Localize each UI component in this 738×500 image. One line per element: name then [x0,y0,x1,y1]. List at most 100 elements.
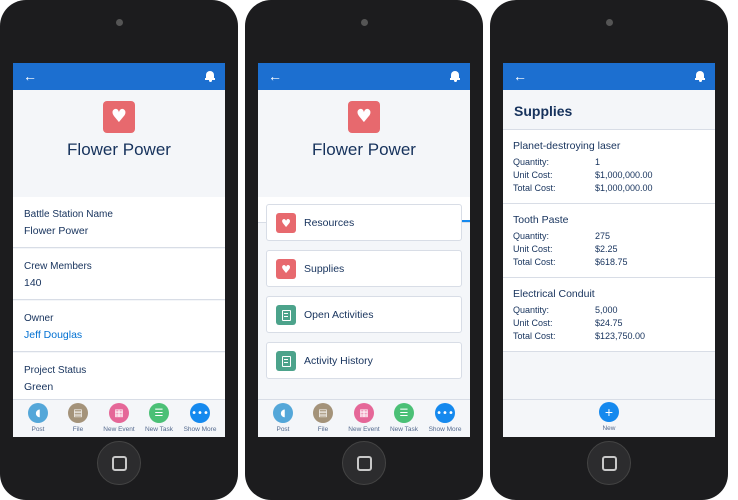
total-cost-label: Total Cost: [513,257,556,267]
chat-bubble-icon: ◖ [28,403,48,423]
field-label: Owner [24,313,54,324]
phone-supplies: ← Supplies Planet-destroying laser Quant… [490,0,728,500]
new-task-action-button[interactable]: ☰ New Task [384,403,424,433]
phone-details: ← ♥ Flower Power FEED DETAILS RELATED Ba… [0,0,238,500]
related-list-label: Activity History [304,355,373,367]
phone-speaker [115,19,123,26]
more-icon: ••• [435,403,455,423]
notification-bell-icon[interactable] [450,71,460,82]
supply-item-card[interactable]: Tooth Paste Quantity: 275 Unit Cost: $2.25… [503,204,715,278]
plus-icon: + [599,402,619,422]
unit-cost-label: Unit Cost: [513,244,553,254]
field-label: Battle Station Name [24,209,113,220]
record-header: ♥ Flower Power FEED DETAILS RELATED [258,90,470,223]
document-icon [276,351,296,371]
total-cost-value: $123,750.00 [595,331,646,341]
task-list-icon: ☰ [149,403,169,423]
new-label: New [602,425,616,432]
phone-speaker [360,19,368,26]
top-nav-bar: ← [13,63,225,90]
supply-item-card[interactable]: Electrical Conduit Quantity: 5,000 Unit C… [503,278,715,352]
action-label: New Task [389,426,419,433]
document-icon [276,305,296,325]
field-value: Green [24,381,54,393]
calendar-icon: ▦ [109,403,129,423]
record-avatar: ♥ [348,101,380,133]
phone-related: ← ♥ Flower Power FEED DETAILS RELATED ♥ … [245,0,483,500]
show-more-action-button[interactable]: ••• Show More [180,403,220,433]
action-label: Show More [183,426,217,433]
heart-icon: ♥ [355,106,373,127]
field-project-status: Project Status Green [13,353,225,404]
back-arrow-icon[interactable]: ← [268,68,282,84]
supply-name: Electrical Conduit [513,288,595,300]
record-title: Flower Power [67,140,171,159]
action-label: File [72,426,84,433]
action-label: Show More [428,426,462,433]
related-list-open-activities[interactable]: Open Activities [266,296,462,333]
field-crew-members: Crew Members 140 [13,249,225,300]
notification-bell-icon[interactable] [695,71,705,82]
screen-related: ← ♥ Flower Power FEED DETAILS RELATED ♥ … [258,63,470,437]
back-arrow-icon[interactable]: ← [23,68,37,84]
unit-cost-value: $24.75 [595,318,623,328]
home-button[interactable] [587,441,631,485]
total-cost-value: $618.75 [595,257,628,267]
new-event-action-button[interactable]: ▦ New Event [344,403,384,433]
back-arrow-icon[interactable]: ← [513,68,527,84]
file-action-button[interactable]: ▤ File [58,403,98,433]
calendar-icon: ▦ [354,403,374,423]
heart-icon: ♥ [276,213,296,233]
quantity-value: 275 [595,231,611,241]
action-label: File [317,426,329,433]
home-button[interactable] [342,441,386,485]
list-header: Supplies [503,90,715,130]
related-list-label: Supplies [304,263,345,275]
related-list-label: Open Activities [304,309,374,321]
owner-link[interactable]: Jeff Douglas [24,329,82,341]
supply-item-card[interactable]: Planet-destroying laser Quantity: 1 Unit … [503,130,715,204]
list-title: Supplies [514,103,573,119]
action-bar: ◖ Post ▤ File ▦ New Event ☰ New Task •••… [258,399,470,437]
file-icon: ▤ [313,403,333,423]
heart-icon: ♥ [110,106,128,127]
heart-icon: ♥ [276,259,296,279]
new-record-button[interactable]: + New [589,402,629,432]
related-list-label: Resources [304,217,355,229]
show-more-action-button[interactable]: ••• Show More [425,403,465,433]
total-cost-label: Total Cost: [513,183,556,193]
supply-name: Planet-destroying laser [513,140,621,152]
notification-bell-icon[interactable] [205,71,215,82]
quantity-label: Quantity: [513,231,550,241]
unit-cost-value: $2.25 [595,244,618,254]
action-label: Post [31,426,45,433]
total-cost-value: $1,000,000.00 [595,183,653,193]
new-task-action-button[interactable]: ☰ New Task [139,403,179,433]
new-event-action-button[interactable]: ▦ New Event [99,403,139,433]
related-list-activity-history[interactable]: Activity History [266,342,462,379]
top-nav-bar: ← [503,63,715,90]
quantity-label: Quantity: [513,157,550,167]
quantity-value: 5,000 [595,305,618,315]
related-list-resources[interactable]: ♥ Resources [266,204,462,241]
unit-cost-value: $1,000,000.00 [595,170,653,180]
related-list-supplies[interactable]: ♥ Supplies [266,250,462,287]
quantity-value: 1 [595,157,601,167]
field-owner: Owner Jeff Douglas [13,301,225,352]
screen-supplies: ← Supplies Planet-destroying laser Quant… [503,63,715,437]
post-action-button[interactable]: ◖ Post [263,403,303,433]
file-action-button[interactable]: ▤ File [303,403,343,433]
post-action-button[interactable]: ◖ Post [18,403,58,433]
field-value: 140 [24,277,42,289]
task-list-icon: ☰ [394,403,414,423]
action-label: New Event [103,426,135,433]
total-cost-label: Total Cost: [513,331,556,341]
record-header: ♥ Flower Power FEED DETAILS RELATED [13,90,225,223]
more-icon: ••• [190,403,210,423]
field-label: Crew Members [24,261,92,272]
action-label: New Event [348,426,380,433]
unit-cost-label: Unit Cost: [513,318,553,328]
home-button[interactable] [97,441,141,485]
action-label: Post [276,426,290,433]
record-title: Flower Power [312,140,416,159]
